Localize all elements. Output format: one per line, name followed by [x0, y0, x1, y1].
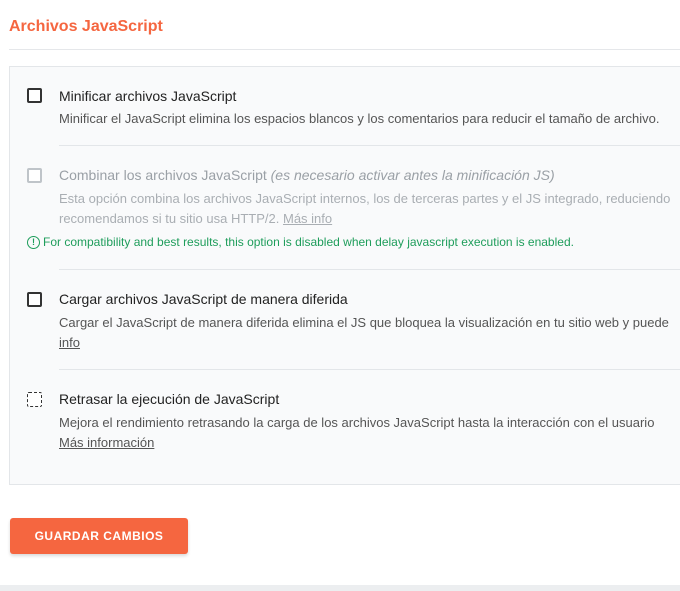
section-title: Archivos JavaScript [9, 18, 163, 35]
minify-js-description: Minificar el JavaScript elimina los espa… [59, 111, 660, 126]
defer-js-label[interactable]: Cargar archivos JavaScript de manera dif… [59, 291, 348, 307]
delay-js-checkbox[interactable] [27, 392, 42, 407]
combine-js-description: Esta opción combina los archivos JavaScr… [59, 191, 671, 206]
defer-js-info-link[interactable]: info [59, 335, 80, 350]
combine-js-description-text: recomendamos si tu sitio usa HTTP/2. [59, 211, 280, 226]
combine-js-notice-text: For compatibility and best results, this… [43, 235, 574, 249]
delay-js-label[interactable]: Retrasar la ejecución de JavaScript [59, 391, 279, 407]
option-divider [59, 269, 680, 270]
option-divider [59, 145, 680, 146]
minify-js-label[interactable]: Minificar archivos JavaScript [59, 88, 236, 104]
title-divider [9, 49, 680, 50]
delay-js-description: Mejora el rendimiento retrasando la carg… [59, 415, 655, 430]
combine-js-label-text: Combinar los archivos JavaScript [59, 167, 267, 183]
combine-js-more-info-link[interactable]: Más info [283, 211, 332, 226]
settings-page: Archivos JavaScript Minificar archivos J… [0, 0, 680, 591]
combine-js-checkbox[interactable] [27, 168, 42, 183]
defer-js-description: Cargar el JavaScript de manera diferida … [59, 315, 669, 330]
defer-js-checkbox[interactable] [27, 292, 42, 307]
javascript-options-panel: Minificar archivos JavaScript Minificar … [9, 66, 680, 485]
delay-js-more-info-link[interactable]: Más información [59, 435, 154, 450]
combine-js-label-note: (es necesario activar antes la minificac… [270, 167, 555, 183]
save-changes-button[interactable]: GUARDAR CAMBIOS [10, 518, 188, 554]
defer-js-description-line2: info [59, 333, 80, 353]
delay-js-description-line2: Más información [59, 433, 154, 453]
combine-js-description-line2: recomendamos si tu sitio usa HTTP/2. Más… [59, 209, 332, 229]
minify-js-checkbox[interactable] [27, 88, 42, 103]
combine-js-notice: ! For compatibility and best results, th… [27, 235, 574, 249]
option-divider [59, 369, 680, 370]
info-circle-icon: ! [27, 235, 40, 249]
bottom-edge-bar [0, 585, 680, 591]
combine-js-label: Combinar los archivos JavaScript (es nec… [59, 167, 555, 183]
